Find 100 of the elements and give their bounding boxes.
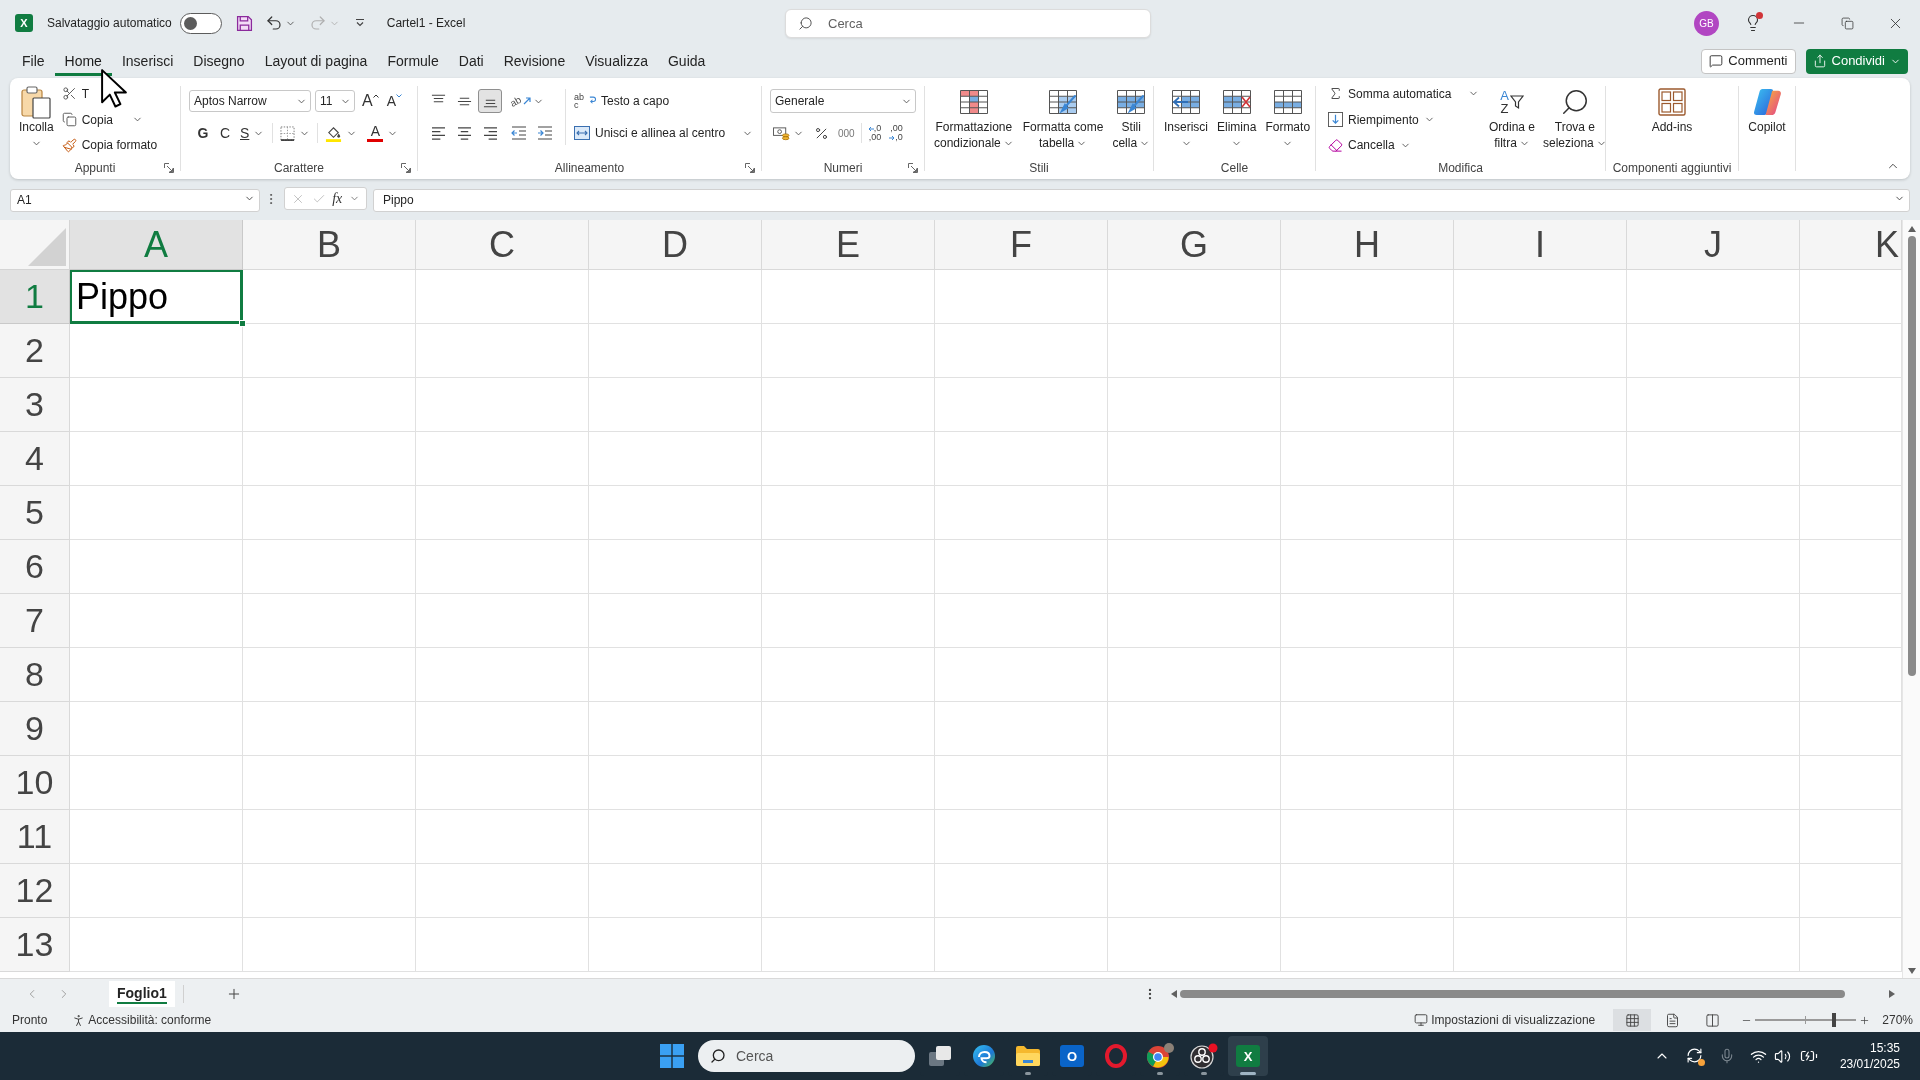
down-arrow-icon[interactable] <box>1907 968 1916 974</box>
spreadsheet-cell[interactable] <box>589 270 762 324</box>
spreadsheet-cell[interactable] <box>1454 864 1627 918</box>
spreadsheet-cell[interactable] <box>762 270 935 324</box>
spreadsheet-cell[interactable] <box>589 864 762 918</box>
spreadsheet-cell[interactable] <box>1108 486 1281 540</box>
spreadsheet-cell[interactable] <box>243 810 416 864</box>
spreadsheet-cell[interactable] <box>1108 378 1281 432</box>
spreadsheet-cell[interactable] <box>1454 270 1627 324</box>
spreadsheet-cell[interactable] <box>416 918 589 972</box>
spreadsheet-cell[interactable] <box>416 594 589 648</box>
spreadsheet-cell[interactable] <box>243 486 416 540</box>
right-arrow-icon[interactable] <box>1889 989 1895 998</box>
thousands-separator-button[interactable]: 000 <box>838 122 855 144</box>
spreadsheet-cell[interactable] <box>762 810 935 864</box>
dialog-launcher-icon[interactable] <box>745 163 755 173</box>
row-header[interactable]: 11 <box>0 810 70 864</box>
ribbon-tab[interactable]: Inserisci <box>111 46 184 76</box>
spreadsheet-cell[interactable] <box>416 270 589 324</box>
left-arrow-icon[interactable] <box>1171 989 1177 998</box>
spreadsheet-cell[interactable] <box>762 594 935 648</box>
spreadsheet-cell[interactable] <box>243 270 416 324</box>
ribbon-tab[interactable]: File <box>12 46 55 76</box>
spreadsheet-cell[interactable] <box>416 378 589 432</box>
column-header[interactable]: K <box>1800 220 1902 270</box>
format-cells-button[interactable]: Formato <box>1261 78 1315 156</box>
increase-decimal-button[interactable]: ,0 ,00 <box>867 122 882 144</box>
paste-button[interactable]: Incolla <box>15 78 58 156</box>
spreadsheet-cell[interactable] <box>935 918 1108 972</box>
add-ins-button[interactable]: Add-ins <box>1647 78 1697 156</box>
scrollbar-thumb[interactable] <box>1907 236 1916 676</box>
spreadsheet-cell[interactable] <box>762 918 935 972</box>
spreadsheet-cell[interactable] <box>935 756 1108 810</box>
row-header[interactable]: 10 <box>0 756 70 810</box>
ribbon-tab[interactable]: Guida <box>657 46 716 76</box>
taskbar-button[interactable]: X <box>1228 1036 1268 1076</box>
number-format-dropdown[interactable]: Generale <box>770 89 916 113</box>
row-header[interactable]: 5 <box>0 486 70 540</box>
spreadsheet-cell[interactable] <box>1108 432 1281 486</box>
spreadsheet-cell[interactable] <box>1627 594 1800 648</box>
spreadsheet-cell[interactable] <box>589 702 762 756</box>
spreadsheet-cell[interactable] <box>1454 918 1627 972</box>
fill-handle[interactable] <box>239 320 246 327</box>
spreadsheet-cell[interactable] <box>589 648 762 702</box>
spreadsheet-cell[interactable] <box>416 432 589 486</box>
ribbon-tab[interactable]: Dati <box>448 46 494 76</box>
spreadsheet-cell[interactable] <box>935 594 1108 648</box>
spreadsheet-cell[interactable] <box>1454 594 1627 648</box>
spreadsheet-cell[interactable] <box>70 594 243 648</box>
spreadsheet-cell[interactable] <box>1108 648 1281 702</box>
delete-cells-button[interactable]: Elimina <box>1213 78 1261 156</box>
fill-button[interactable]: Riempimento <box>1325 107 1485 132</box>
up-arrow-icon[interactable] <box>1907 226 1916 232</box>
search-field[interactable]: Cerca <box>785 8 1151 38</box>
spreadsheet-cell[interactable] <box>1627 324 1800 378</box>
column-header[interactable]: D <box>589 220 762 270</box>
font-color-button[interactable]: A <box>365 122 401 144</box>
sync-icon[interactable] <box>1685 1047 1703 1064</box>
spreadsheet-cell[interactable] <box>1627 756 1800 810</box>
spreadsheet-cell[interactable] <box>589 378 762 432</box>
spreadsheet-cell[interactable] <box>70 432 243 486</box>
spreadsheet-cell[interactable] <box>1108 864 1281 918</box>
zoom-slider-thumb[interactable] <box>1832 1013 1837 1027</box>
dialog-launcher-icon[interactable] <box>908 163 918 173</box>
spreadsheet-cell[interactable] <box>70 702 243 756</box>
spreadsheet-cell[interactable] <box>589 324 762 378</box>
volume-icon[interactable] <box>1773 1047 1791 1065</box>
spreadsheet-cell[interactable] <box>416 756 589 810</box>
spreadsheet-cell[interactable] <box>589 486 762 540</box>
spreadsheet-cell[interactable] <box>1281 540 1454 594</box>
ribbon-tab[interactable]: Formule <box>377 46 449 76</box>
shrink-font-button[interactable]: A <box>386 90 402 112</box>
spreadsheet-cell[interactable] <box>243 378 416 432</box>
spreadsheet-cell[interactable]: Pippo <box>70 270 243 324</box>
spreadsheet-cell[interactable] <box>935 810 1108 864</box>
customize-icon[interactable] <box>354 18 365 28</box>
spreadsheet-cell[interactable] <box>1281 594 1454 648</box>
spreadsheet-cell[interactable] <box>589 432 762 486</box>
font-name-dropdown[interactable]: Aptos Narrow <box>189 90 311 112</box>
spreadsheet-cell[interactable] <box>1454 756 1627 810</box>
spreadsheet-cell[interactable] <box>762 324 935 378</box>
copilot-button[interactable]: Copilot <box>1744 78 1790 156</box>
spreadsheet-cell[interactable] <box>935 648 1108 702</box>
decrease-indent-icon[interactable] <box>511 125 527 141</box>
spreadsheet-cell[interactable] <box>589 594 762 648</box>
spreadsheet-cell[interactable] <box>416 540 589 594</box>
insert-cells-button[interactable]: Inserisci <box>1160 78 1212 156</box>
select-all-button[interactable] <box>0 220 70 270</box>
spreadsheet-cell[interactable] <box>935 432 1108 486</box>
spreadsheet-cell[interactable] <box>243 432 416 486</box>
spreadsheet-cell[interactable] <box>1454 324 1627 378</box>
format-as-table-button[interactable]: Formatta come tabella <box>1018 78 1108 156</box>
increase-indent-icon[interactable] <box>537 125 553 141</box>
italic-button[interactable]: C <box>215 122 235 144</box>
spreadsheet-cell[interactable] <box>1627 810 1800 864</box>
start-icon[interactable] <box>660 1044 684 1068</box>
display-settings-button[interactable]: Impostazioni di visualizzazione <box>1414 1009 1596 1031</box>
row-header[interactable]: 2 <box>0 324 70 378</box>
spreadsheet-cell[interactable] <box>1281 702 1454 756</box>
spreadsheet-cell[interactable] <box>1627 918 1800 972</box>
